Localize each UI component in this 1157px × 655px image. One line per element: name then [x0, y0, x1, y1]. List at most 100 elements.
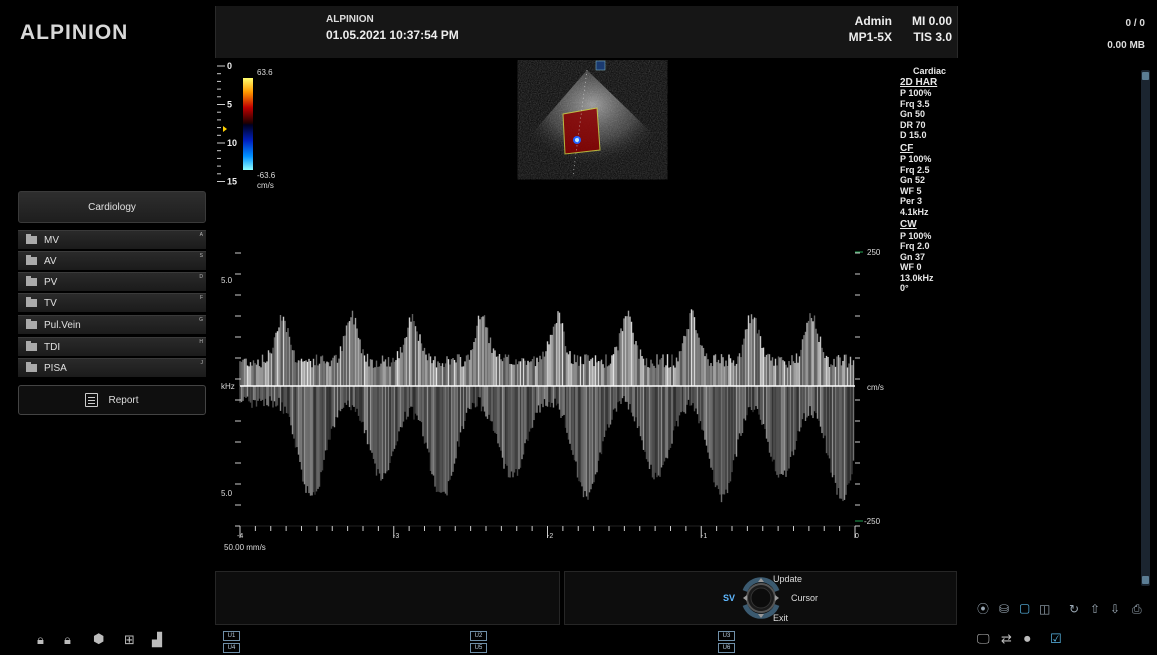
- param-cw-prf: 13.0kHz: [900, 272, 934, 283]
- menu-item-label: MV: [44, 234, 59, 246]
- user-key-u3[interactable]: U3: [718, 631, 735, 641]
- caps-lock-icon[interactable]: 🔒︎: [64, 634, 71, 647]
- menu-item-pv[interactable]: PV D: [18, 272, 206, 291]
- scroll-down-handle[interactable]: [1142, 576, 1149, 584]
- trackball-icon[interactable]: [565, 572, 958, 626]
- hotkey-label: J: [200, 360, 204, 366]
- doppler-top-right-label: 250: [867, 248, 881, 257]
- arrow-up-icon[interactable]: ⇧: [1090, 603, 1100, 615]
- depth-label: 10: [227, 138, 237, 148]
- hotkey-label: D: [199, 274, 203, 280]
- usb-icon[interactable]: ⬢: [93, 633, 104, 646]
- depth-scale: 0 5 10 15: [217, 61, 237, 187]
- signal-icon[interactable]: ▟: [152, 634, 162, 647]
- param-2d-power: P 100%: [900, 88, 932, 98]
- image-count: 0 / 0: [1125, 18, 1145, 29]
- param-cf-gain: Gn 52: [900, 175, 926, 185]
- hotkey-label: H: [199, 339, 203, 345]
- param-cf-prf: 4.1kHz: [900, 206, 929, 217]
- ultrasound-image-area[interactable]: 0 5 10 15 63.6 -63.6 cm/s 5.0 kHz 5.0 250 c…: [215, 58, 958, 570]
- print-icon[interactable]: ⎙: [1132, 603, 1142, 615]
- param-cf-frequency: Frq 2.5: [900, 164, 930, 175]
- update-label[interactable]: Update: [773, 574, 802, 584]
- arrow-down-icon[interactable]: ⇩: [1110, 603, 1120, 615]
- export-icon[interactable]: ⇄: [1001, 633, 1012, 646]
- menu-item-pisa[interactable]: PISA J: [18, 358, 206, 377]
- hospital-name: ALPINION: [326, 14, 374, 25]
- trackball-control-panel: SV Update Cursor Exit: [564, 571, 957, 625]
- param-cw-wall-filter: WF 0: [900, 262, 922, 272]
- menu-item-tv[interactable]: TV F: [18, 293, 206, 312]
- sweep-speed: 50.00 mm/s: [224, 543, 266, 552]
- color-min-label: -63.6: [257, 171, 276, 180]
- mode-cw-title: CW: [900, 219, 917, 230]
- menu-item-pul-vein[interactable]: Pul.Vein G: [18, 315, 206, 334]
- color-unit-label: cm/s: [257, 181, 274, 190]
- alpinion-logo: ALPINION: [20, 21, 129, 44]
- rotate-icon[interactable]: ↻: [1069, 603, 1079, 615]
- param-2d-frequency: Frq 3.5: [900, 98, 930, 109]
- exam-datetime: 01.05.2021 10:37:54 PM: [326, 28, 459, 42]
- storage-size: 0.00 MB: [1107, 40, 1145, 51]
- menu-item-label: AV: [44, 255, 57, 267]
- depth-label: 0: [227, 61, 232, 71]
- doppler-unit-right-label: cm/s: [867, 383, 884, 392]
- thumbnail-scrollbar[interactable]: [1141, 70, 1150, 586]
- folder-icon: [26, 276, 37, 286]
- report-button[interactable]: Report: [18, 385, 206, 415]
- color-velocity-bar: [243, 78, 253, 170]
- network-icon[interactable]: ⊞: [124, 634, 135, 647]
- sv-label[interactable]: SV: [723, 593, 735, 603]
- menu-item-tdi[interactable]: TDI H: [18, 337, 206, 356]
- user-key-u2[interactable]: U2: [470, 631, 487, 641]
- menu-item-label: PV: [44, 276, 58, 288]
- cardiology-package-button[interactable]: Cardiology: [18, 191, 206, 223]
- param-cw-gain: Gn 37: [900, 251, 926, 262]
- bmode-sector-image: [530, 60, 655, 177]
- param-cw-angle: 0°: [900, 283, 909, 293]
- operator-name: Admin: [854, 14, 892, 28]
- user-key-u5[interactable]: U5: [470, 643, 487, 653]
- thermal-index: TIS 3.0: [913, 30, 952, 44]
- time-label-0: 0: [855, 533, 859, 540]
- ultrasound-display: 0 5 10 15 63.6 -63.6 cm/s: [217, 60, 863, 538]
- video-icon[interactable]: ⏺: [1024, 633, 1031, 646]
- param-cf-power: P 100%: [900, 154, 932, 164]
- monitor-icon[interactable]: 🖵︎: [977, 633, 990, 646]
- menu-item-av[interactable]: AV S: [18, 251, 206, 270]
- menu-item-label: Pul.Vein: [44, 319, 81, 331]
- time-label-m2: -2: [547, 533, 554, 540]
- preset-name: Cardiac: [912, 66, 946, 76]
- dual-view-icon[interactable]: ◫: [1039, 603, 1050, 615]
- exit-label[interactable]: Exit: [773, 613, 788, 623]
- screen-capture-icon[interactable]: ⦿: [977, 603, 989, 615]
- mechanical-index: MI 0.00: [911, 14, 952, 28]
- database-icon[interactable]: ⛁: [999, 603, 1009, 615]
- user-key-u1[interactable]: U1: [223, 631, 240, 641]
- time-label-m3: -3: [393, 533, 400, 540]
- time-label-m1: -1: [701, 533, 708, 540]
- footer-bar: 🔒︎ 🔒︎ ⬢ ⊞ ▟ U1 U4 U2 U5 U3 U6 🖵︎ ⇄ ⏺ ☑: [0, 626, 1157, 655]
- menu-item-label: PISA: [44, 362, 67, 374]
- doppler-bottom-right-label: -250: [864, 517, 881, 526]
- scroll-up-handle[interactable]: [1142, 72, 1149, 80]
- single-view-icon[interactable]: ▢: [1019, 602, 1030, 614]
- menu-item-mv[interactable]: MV A: [18, 230, 206, 249]
- header: ALPINION ALPINION 01.05.2021 10:37:54 PM…: [0, 0, 1157, 58]
- hotkey-label: S: [199, 253, 203, 259]
- menu-item-label: TDI: [44, 341, 61, 353]
- user-key-u6[interactable]: U6: [718, 643, 735, 653]
- header-info-bar: ALPINION 01.05.2021 10:37:54 PM Admin MP…: [215, 6, 958, 58]
- folder-icon: [26, 319, 37, 329]
- review-icon[interactable]: ☑: [1050, 633, 1062, 646]
- cursor-label[interactable]: Cursor: [791, 593, 818, 603]
- folder-icon: [26, 341, 37, 351]
- doppler-unit-left-label: kHz: [221, 382, 235, 391]
- doppler-spectrum: [239, 309, 855, 503]
- report-label: Report: [108, 394, 139, 406]
- user-key-u4[interactable]: U4: [223, 643, 240, 653]
- lock-icon[interactable]: 🔒︎: [37, 634, 44, 647]
- thumbnail-panel: [958, 58, 1157, 626]
- color-max-label: 63.6: [257, 68, 273, 77]
- depth-label: 15: [227, 177, 237, 187]
